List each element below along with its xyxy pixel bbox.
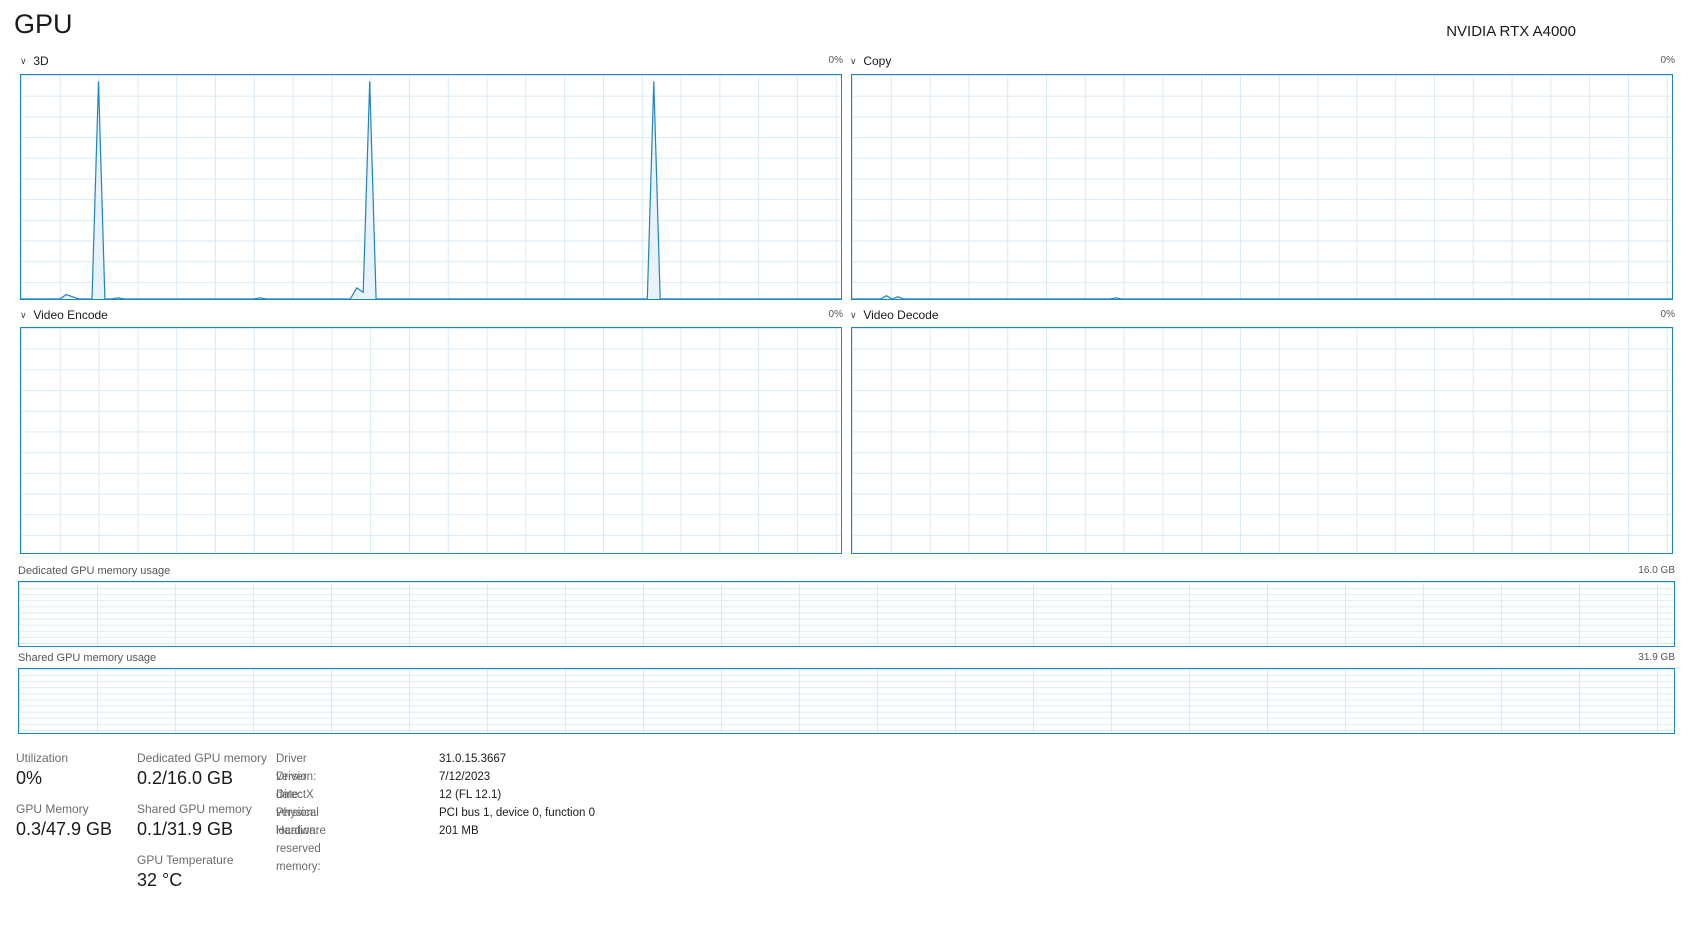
dedicated-memory-graph-label: Dedicated GPU memory usage — [18, 565, 171, 577]
engine-copy-label: Copy — [863, 54, 892, 68]
page-title: GPU — [14, 9, 73, 39]
info-value: 201 MB — [439, 825, 479, 837]
engine-copy-graph — [851, 74, 1673, 300]
engine-3d-selector[interactable]: ∨ 3D — [20, 53, 49, 69]
stat-shared-memory-label: Shared GPU memory — [137, 802, 252, 816]
stat-dedicated-memory-value: 0.2/16.0 GB — [137, 768, 234, 788]
utilization-line — [852, 295, 1672, 299]
engine-3d-label: 3D — [33, 54, 49, 68]
device-name: NVIDIA RTX A4000 — [1446, 23, 1576, 40]
utilization-history-chart — [21, 81, 841, 299]
engine-copy-selector[interactable]: ∨ Copy — [850, 53, 891, 69]
engine-video-encode-percent: 0% — [828, 309, 843, 320]
info-value: PCI bus 1, device 0, function 0 — [439, 807, 595, 819]
info-key: Hardware reserved memory: — [276, 825, 326, 873]
stat-shared-memory-value: 0.1/31.9 GB — [137, 819, 234, 839]
engine-3d-graph — [20, 74, 842, 300]
stat-gpu-temperature-value: 32 °C — [137, 870, 183, 890]
stat-utilization-label: Utilization — [16, 751, 69, 765]
engine-video-encode-graph — [20, 327, 842, 554]
engine-3d-percent: 0% — [828, 55, 843, 66]
chevron-down-icon: ∨ — [20, 310, 27, 320]
dedicated-memory-graph-max: 16.0 GB — [1638, 565, 1675, 576]
chevron-down-icon: ∨ — [850, 310, 857, 320]
stat-gpu-memory-label: GPU Memory — [16, 802, 89, 816]
stat-dedicated-memory: Dedicated GPU memory 0.2/16.0 GB — [137, 751, 267, 789]
shared-memory-graph — [18, 668, 1675, 734]
utilization-area — [21, 81, 841, 299]
shared-memory-graph-max: 31.9 GB — [1638, 652, 1675, 663]
engine-copy-percent: 0% — [1660, 55, 1675, 66]
stat-utilization: Utilization 0% — [16, 751, 68, 789]
stat-gpu-memory-value: 0.3/47.9 GB — [16, 819, 113, 839]
engine-video-decode-graph — [851, 327, 1673, 554]
utilization-history-chart — [852, 295, 1672, 299]
engine-video-encode-label: Video Encode — [33, 308, 108, 322]
dedicated-memory-graph — [18, 581, 1675, 647]
stat-dedicated-memory-label: Dedicated GPU memory — [137, 751, 268, 765]
stat-shared-memory: Shared GPU memory 0.1/31.9 GB — [137, 802, 252, 840]
engine-video-decode-label: Video Decode — [863, 308, 939, 322]
info-value: 12 (FL 12.1) — [439, 789, 502, 801]
shared-memory-graph-label: Shared GPU memory usage — [18, 652, 157, 664]
utilization-line — [21, 81, 841, 299]
engine-video-encode-selector[interactable]: ∨ Video Encode — [20, 307, 108, 323]
info-value: 7/12/2023 — [439, 771, 491, 783]
stat-utilization-value: 0% — [16, 768, 43, 788]
stat-gpu-temperature-label: GPU Temperature — [137, 853, 234, 867]
chevron-down-icon: ∨ — [850, 56, 857, 66]
chevron-down-icon: ∨ — [20, 56, 27, 66]
engine-video-decode-percent: 0% — [1660, 309, 1675, 320]
stat-gpu-memory: GPU Memory 0.3/47.9 GB — [16, 802, 112, 840]
engine-video-decode-selector[interactable]: ∨ Video Decode — [850, 307, 939, 323]
info-value: 31.0.15.3667 — [439, 753, 507, 765]
stat-gpu-temperature: GPU Temperature 32 °C — [137, 853, 234, 891]
